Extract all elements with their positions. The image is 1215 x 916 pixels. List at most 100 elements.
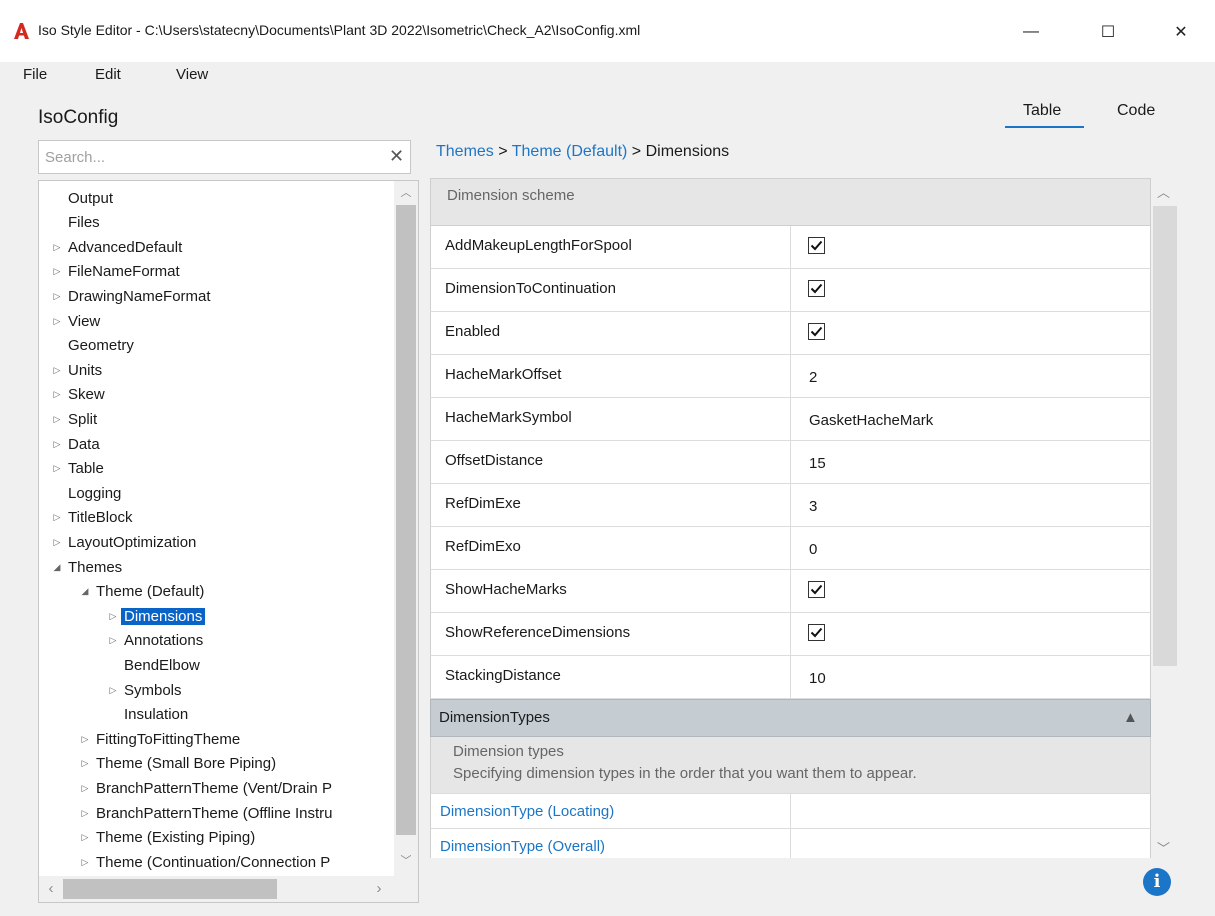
expand-arrow-icon[interactable]: ▷ <box>49 439 65 450</box>
expand-arrow-icon[interactable]: ▷ <box>49 266 65 277</box>
tree-item[interactable]: ▷ LayoutOptimization <box>49 530 199 554</box>
tree-item-label: Table <box>68 460 104 478</box>
expand-arrow-icon[interactable]: ▷ <box>49 537 65 548</box>
property-name: HacheMarkOffset <box>445 366 562 383</box>
tab-code[interactable]: Code <box>1117 102 1155 120</box>
property-value[interactable]: GasketHacheMark <box>809 412 933 429</box>
scroll-down-icon[interactable]: ﹀ <box>1157 838 1170 857</box>
tree-item[interactable]: ▷ BranchPatternTheme (Offline Instru <box>77 801 336 825</box>
property-checkbox[interactable] <box>808 237 825 254</box>
property-value[interactable]: 2 <box>809 369 817 386</box>
tree-item[interactable]: ▷ Skew <box>49 383 108 407</box>
dimension-type-link[interactable]: DimensionType (Locating) <box>440 803 614 820</box>
tree-item[interactable]: ▷ AdvancedDefault <box>49 235 185 259</box>
menu-view[interactable]: View <box>176 66 208 83</box>
tree-item[interactable]: ▷ View <box>49 309 103 333</box>
dimension-type-link[interactable]: DimensionType (Overall) <box>440 838 605 855</box>
properties-scrollbar[interactable]: ︿ ﹀ <box>1153 178 1177 858</box>
tree-item[interactable]: ▷ Dimensions <box>105 604 206 628</box>
tab-table[interactable]: Table <box>1023 102 1061 120</box>
scroll-left-icon[interactable]: ‹ <box>41 879 61 899</box>
tree-item[interactable]: ◢ Theme (Default) <box>77 580 207 604</box>
clear-search-icon[interactable]: ✕ <box>389 146 404 167</box>
tree-item[interactable]: ▷ TitleBlock <box>49 506 135 530</box>
expand-arrow-icon[interactable]: ▷ <box>49 365 65 376</box>
collapse-arrow-icon[interactable]: ◢ <box>49 562 65 573</box>
collapse-arrow-icon[interactable]: ◢ <box>77 586 93 597</box>
tree-item-label: Units <box>68 361 103 379</box>
tree-item[interactable]: Geometry <box>49 334 137 358</box>
expand-arrow-icon[interactable]: ▷ <box>49 291 65 302</box>
breadcrumb-themes[interactable]: Themes <box>436 143 494 160</box>
property-name: HacheMarkSymbol <box>445 409 572 426</box>
menu-file[interactable]: File <box>23 66 47 83</box>
tree-item[interactable]: ▷ Split <box>49 407 100 431</box>
tree-item-label: BendElbow <box>124 656 200 674</box>
expand-arrow-icon[interactable]: ▷ <box>105 635 121 646</box>
tree-item[interactable]: ▷ Table <box>49 457 107 481</box>
properties-scroll-thumb[interactable] <box>1153 206 1177 666</box>
tree-item[interactable]: ▷ FileNameFormat <box>49 260 183 284</box>
dimension-type-row[interactable]: DimensionType (Overall) <box>430 828 1151 858</box>
maximize-button[interactable]: ☐ <box>1085 12 1131 52</box>
tree-item[interactable]: Files <box>49 211 103 235</box>
tree-item[interactable]: ▷ FittingToFittingTheme <box>77 727 243 751</box>
tree-item[interactable]: ◢ Themes <box>49 555 125 579</box>
menu-edit[interactable]: Edit <box>95 66 121 83</box>
property-checkbox[interactable] <box>808 581 825 598</box>
tree-item[interactable]: Logging <box>49 481 124 505</box>
tree-item[interactable]: ▷ Theme (Existing Piping) <box>77 826 258 850</box>
minimize-button[interactable]: — <box>1008 12 1054 52</box>
breadcrumb-theme-default[interactable]: Theme (Default) <box>512 143 628 160</box>
expand-arrow-icon[interactable]: ▷ <box>49 242 65 253</box>
tree-scroll-thumb[interactable] <box>396 205 416 835</box>
tree-item-label: DrawingNameFormat <box>68 287 211 305</box>
scroll-down-icon[interactable]: ﹀ <box>394 851 418 871</box>
property-value[interactable]: 15 <box>809 455 826 472</box>
tree-item[interactable]: ▷ Data <box>49 432 103 456</box>
scroll-up-icon[interactable]: ︿ <box>1157 182 1170 201</box>
expand-arrow-icon[interactable]: ▷ <box>77 734 93 745</box>
dimension-type-row[interactable]: DimensionType (Locating) <box>430 793 1151 829</box>
expand-arrow-icon[interactable]: ▷ <box>105 685 121 696</box>
tree-item-label: Theme (Continuation/Connection P <box>96 853 331 871</box>
tree-horizontal-scrollbar[interactable]: ‹ › <box>39 876 394 902</box>
tree-item[interactable]: BendElbow <box>105 653 203 677</box>
expand-arrow-icon[interactable]: ▷ <box>49 414 65 425</box>
scroll-right-icon[interactable]: › <box>369 879 389 899</box>
tree-item[interactable]: ▷ Units <box>49 358 105 382</box>
expand-arrow-icon[interactable]: ▷ <box>105 611 121 622</box>
dimension-types-header[interactable]: DimensionTypes ▲ <box>430 699 1151 737</box>
property-checkbox[interactable] <box>808 323 825 340</box>
tree-item[interactable]: ▷ Symbols <box>105 678 185 702</box>
collapse-triangle-icon[interactable]: ▲ <box>1123 709 1138 726</box>
tree-item[interactable]: ▷ Theme (Small Bore Piping) <box>77 752 279 776</box>
property-checkbox[interactable] <box>808 280 825 297</box>
tree-vertical-scrollbar[interactable]: ︿ ﹀ <box>394 181 418 876</box>
tree-item[interactable]: ▷ Theme (Continuation/Connection P <box>77 850 333 874</box>
tree-item[interactable]: ▷ Annotations <box>105 629 206 653</box>
tree-item[interactable]: ▷ DrawingNameFormat <box>49 284 214 308</box>
expand-arrow-icon[interactable]: ▷ <box>77 783 93 794</box>
property-value[interactable]: 3 <box>809 498 817 515</box>
tree-item[interactable]: Output <box>49 186 116 210</box>
expand-arrow-icon[interactable]: ▷ <box>49 316 65 327</box>
tree-item[interactable]: Insulation <box>105 703 191 727</box>
tree-item[interactable]: ▷ BranchPatternTheme (Vent/Drain P <box>77 776 335 800</box>
property-name: AddMakeupLengthForSpool <box>445 237 632 254</box>
expand-arrow-icon[interactable]: ▷ <box>77 758 93 769</box>
property-value[interactable]: 10 <box>809 670 826 687</box>
expand-arrow-icon[interactable]: ▷ <box>49 389 65 400</box>
close-window-button[interactable]: ✕ <box>1158 12 1204 52</box>
search-input[interactable] <box>45 145 385 169</box>
expand-arrow-icon[interactable]: ▷ <box>49 512 65 523</box>
expand-arrow-icon[interactable]: ▷ <box>77 832 93 843</box>
scroll-up-icon[interactable]: ︿ <box>394 183 418 203</box>
expand-arrow-icon[interactable]: ▷ <box>77 857 93 868</box>
tree-hscroll-thumb[interactable] <box>63 879 277 899</box>
info-icon[interactable]: i <box>1143 868 1171 896</box>
property-value[interactable]: 0 <box>809 541 817 558</box>
expand-arrow-icon[interactable]: ▷ <box>49 463 65 474</box>
property-checkbox[interactable] <box>808 624 825 641</box>
expand-arrow-icon[interactable]: ▷ <box>77 808 93 819</box>
